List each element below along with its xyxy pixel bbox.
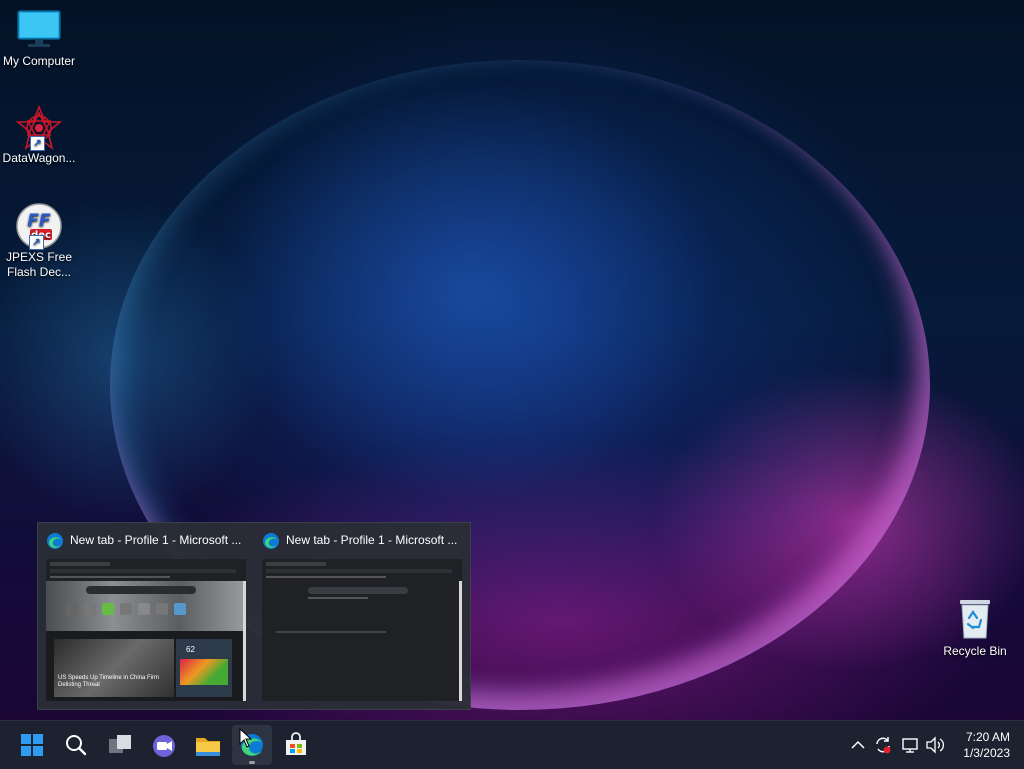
search-button[interactable] xyxy=(56,725,96,765)
task-view-icon xyxy=(109,735,131,753)
preview-title: New tab - Profile 1 - Microsoft ... xyxy=(286,533,458,547)
edge-icon xyxy=(263,533,279,549)
preview-scrollbar xyxy=(243,581,246,701)
preview-weather-map xyxy=(180,659,228,685)
taskbar: 7:20 AM 1/3/2023 xyxy=(0,720,1024,769)
monitor-icon xyxy=(17,10,61,47)
desktop-icon-label: Recycle Bin xyxy=(943,644,1007,658)
desktop-icon-label-line2: Flash Dec... xyxy=(6,265,72,279)
svg-text:FF: FF xyxy=(27,211,51,231)
preview-thumbnail-2[interactable]: New tab - Profile 1 - Microsoft ... xyxy=(254,523,470,709)
shortcut-arrow-icon: ↗ xyxy=(30,136,45,151)
preview-quicklinks xyxy=(66,603,226,617)
preview-news-headline: US Speeds Up Timeline in China Firm Deli… xyxy=(58,675,160,688)
desktop-icon-my-computer[interactable]: My Computer xyxy=(0,8,78,69)
desktop-icon-label: DataWagon... xyxy=(2,151,76,165)
preview-scrollbar xyxy=(459,581,462,701)
chat-icon xyxy=(153,735,175,757)
volume-icon[interactable] xyxy=(924,735,946,755)
file-explorer-icon xyxy=(196,738,220,756)
network-icon[interactable] xyxy=(900,735,920,755)
desktop-icon-recycle-bin[interactable]: Recycle Bin xyxy=(936,596,1014,659)
preview-search xyxy=(308,587,408,594)
start-icon xyxy=(21,734,43,756)
preview-thumbnail-1[interactable]: New tab - Profile 1 - Microsoft ... US S… xyxy=(38,523,254,709)
edge-icon xyxy=(47,533,63,549)
chevron-up-icon[interactable] xyxy=(848,735,868,755)
start-button[interactable] xyxy=(12,725,52,765)
desktop-icon-label: My Computer xyxy=(2,54,76,68)
desktop-icon-jpexs[interactable]: FF dec ↗ JPEXS Free Flash Dec... xyxy=(0,202,78,280)
mouse-cursor-icon xyxy=(239,728,253,748)
store-button[interactable] xyxy=(276,725,316,765)
preview-weather-temp: 62 xyxy=(186,645,195,654)
task-view-button[interactable] xyxy=(100,725,140,765)
clock-time: 7:20 AM xyxy=(965,730,1010,744)
file-explorer-button[interactable] xyxy=(188,725,228,765)
recycle-bin-icon xyxy=(960,600,990,639)
preview-search xyxy=(86,586,196,594)
sync-icon[interactable] xyxy=(872,734,894,756)
desktop-icon-datawagon[interactable]: ↗ DataWagon... xyxy=(0,104,78,166)
desktop-icon-label-line1: JPEXS Free xyxy=(5,250,73,264)
shortcut-arrow-icon: ↗ xyxy=(29,235,44,250)
clock-date: 1/3/2023 xyxy=(963,746,1010,760)
preview-news-card: US Speeds Up Timeline in China Firm Deli… xyxy=(54,639,174,697)
clock[interactable]: 7:20 AM 1/3/2023 xyxy=(963,729,1010,761)
taskbar-preview-flyout: New tab - Profile 1 - Microsoft ... US S… xyxy=(37,522,471,710)
preview-image xyxy=(262,559,462,701)
search-icon xyxy=(66,735,87,756)
running-indicator xyxy=(249,761,255,764)
store-icon xyxy=(286,732,306,755)
system-tray xyxy=(848,721,958,769)
chat-button[interactable] xyxy=(144,725,184,765)
preview-title: New tab - Profile 1 - Microsoft ... xyxy=(70,533,242,547)
preview-image: US Speeds Up Timeline in China Firm Deli… xyxy=(46,559,246,701)
preview-weather-card: 62 xyxy=(176,639,232,697)
